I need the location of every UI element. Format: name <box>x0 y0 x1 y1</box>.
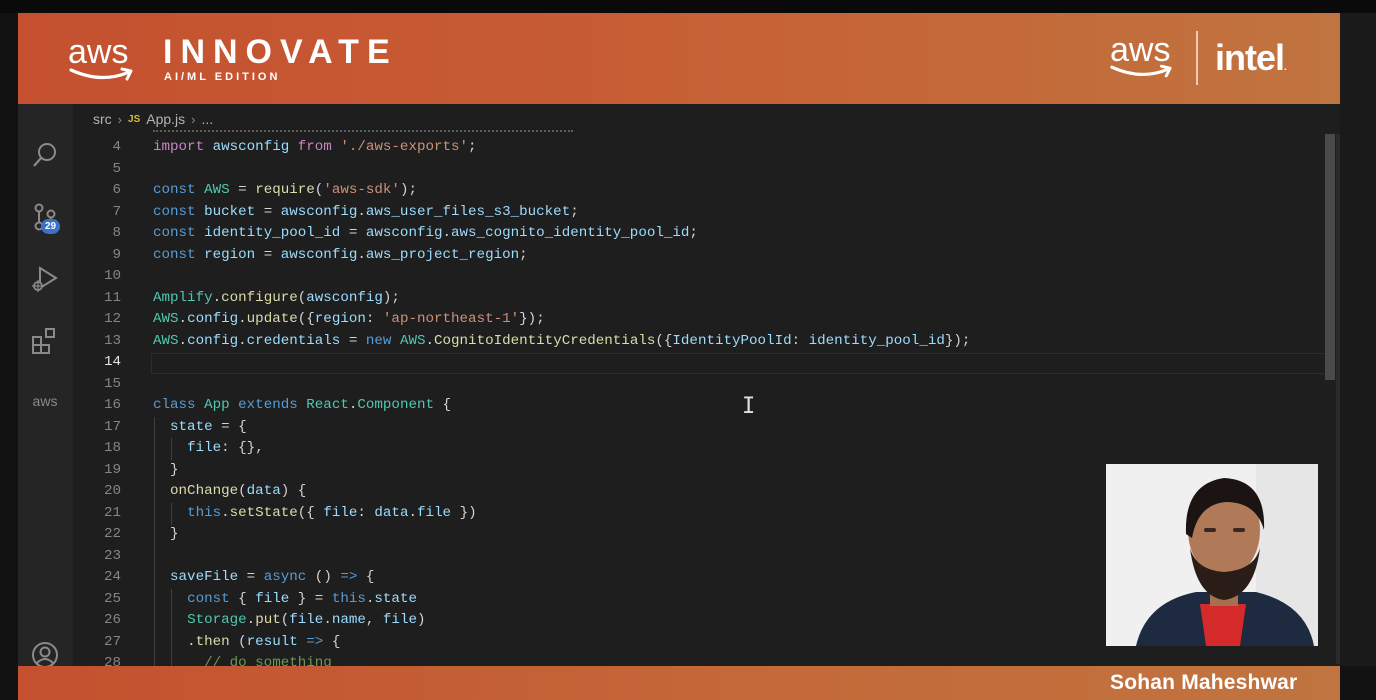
line-number: 6 <box>112 182 121 198</box>
code-line[interactable]: 15 <box>73 374 1323 396</box>
breadcrumb-more[interactable]: ... <box>202 111 214 127</box>
line-number: 13 <box>103 333 121 349</box>
code-text[interactable]: } <box>153 524 179 546</box>
code-text[interactable]: const { file } = this.state <box>153 589 417 611</box>
code-text[interactable]: .then (result => { <box>153 632 340 654</box>
line-number: 22 <box>103 526 121 542</box>
indent-guide <box>171 503 172 525</box>
code-text[interactable]: saveFile = async () => { <box>153 567 374 589</box>
line-number: 8 <box>112 225 121 241</box>
line-number: 14 <box>103 354 121 370</box>
indent-guide <box>171 438 172 460</box>
line-number: 12 <box>103 311 121 327</box>
code-text[interactable]: state = { <box>153 417 247 439</box>
bottom-banner: Sohan Maheshwar <box>18 666 1340 700</box>
line-number: 18 <box>103 440 121 456</box>
breadcrumb-file[interactable]: App.js <box>146 111 185 127</box>
code-text[interactable]: const bucket = awsconfig.aws_user_files_… <box>153 202 579 224</box>
vertical-scrollbar[interactable] <box>1325 134 1335 380</box>
line-number: 21 <box>103 505 121 521</box>
line-number: 24 <box>103 569 121 585</box>
line-number: 5 <box>112 161 121 177</box>
text-cursor-icon: I <box>742 394 756 419</box>
top-black-bar <box>0 0 1376 13</box>
aws-smile-icon <box>69 67 133 81</box>
line-number: 10 <box>103 268 121 284</box>
event-title: INNOVATE <box>163 33 398 71</box>
indent-guide <box>154 417 155 666</box>
line-number: 25 <box>103 591 121 607</box>
speaker-name: Sohan Maheshwar <box>1110 671 1298 694</box>
code-text[interactable]: const identity_pool_id = awsconfig.aws_c… <box>153 223 698 245</box>
breadcrumb-folder[interactable]: src <box>93 111 112 127</box>
code-line[interactable]: 10 <box>73 266 1323 288</box>
run-debug-icon[interactable] <box>28 262 62 296</box>
source-control-badge: 29 <box>41 219 60 234</box>
code-line[interactable]: 16 class App extends React.Component { <box>73 395 1323 417</box>
line-number: 11 <box>103 290 121 306</box>
code-line[interactable]: 17 state = { <box>73 417 1323 439</box>
aws-partner-logo: aws <box>1110 33 1172 78</box>
code-text[interactable]: Storage.put(file.name, file) <box>153 610 425 632</box>
line-number: 4 <box>112 139 121 155</box>
code-text[interactable]: // do something <box>153 653 332 666</box>
activity-bar: 29 aws <box>18 104 73 668</box>
intel-logo-text: intel <box>1215 37 1285 78</box>
search-icon[interactable] <box>28 138 62 172</box>
code-line[interactable]: 14 <box>73 352 1328 374</box>
previous-line-edge <box>153 130 573 133</box>
logo-divider <box>1196 31 1198 85</box>
code-text[interactable]: onChange(data) { <box>153 481 306 503</box>
chevron-right-icon: › <box>191 111 196 127</box>
aws-logo: aws <box>68 35 133 81</box>
line-number: 23 <box>103 548 121 564</box>
code-text[interactable]: } <box>153 460 179 482</box>
code-text[interactable]: class App extends React.Component { <box>153 395 451 417</box>
event-banner: aws INNOVATE AI/ML EDITION aws intel. <box>18 13 1340 104</box>
code-text[interactable]: const region = awsconfig.aws_project_reg… <box>153 245 528 267</box>
line-number: 7 <box>112 204 121 220</box>
code-line[interactable]: 28 // do something <box>73 653 1323 666</box>
line-number: 9 <box>112 247 121 263</box>
breadcrumb: src › JS App.js › ... <box>93 111 213 127</box>
code-text[interactable]: import awsconfig from './aws-exports'; <box>153 137 477 159</box>
line-number: 26 <box>103 612 121 628</box>
speaker-video-image <box>1106 464 1318 646</box>
code-line[interactable]: 9 const region = awsconfig.aws_project_re… <box>73 245 1323 267</box>
extensions-icon[interactable] <box>28 324 62 358</box>
right-edge-strip <box>1340 13 1376 666</box>
code-text[interactable]: AWS.config.update({region: 'ap-northeast… <box>153 309 545 331</box>
code-text[interactable]: Amplify.configure(awsconfig); <box>153 288 400 310</box>
code-line[interactable]: 13 AWS.config.credentials = new AWS.Cogni… <box>73 331 1323 353</box>
line-number: 17 <box>103 419 121 435</box>
code-text[interactable]: const AWS = require('aws-sdk'); <box>153 180 417 202</box>
aws-toolkit-label: aws <box>32 393 58 409</box>
line-number: 27 <box>103 634 121 650</box>
code-line[interactable]: 6 const AWS = require('aws-sdk'); <box>73 180 1323 202</box>
code-line[interactable]: 18 file: {}, <box>73 438 1323 460</box>
line-number: 19 <box>103 462 121 478</box>
line-number: 28 <box>103 655 121 666</box>
current-line-highlight <box>151 353 1328 374</box>
code-text[interactable]: file: {}, <box>153 438 264 460</box>
code-line[interactable]: 8 const identity_pool_id = awsconfig.aws_… <box>73 223 1323 245</box>
code-text[interactable]: this.setState({ file: data.file }) <box>153 503 477 525</box>
code-line[interactable]: 11 Amplify.configure(awsconfig); <box>73 288 1323 310</box>
intel-logo: intel. <box>1215 37 1287 78</box>
code-line[interactable]: 5 <box>73 159 1323 181</box>
code-line[interactable]: 7 const bucket = awsconfig.aws_user_files… <box>73 202 1323 224</box>
aws-smile-icon <box>1110 64 1172 78</box>
event-subtitle: AI/ML EDITION <box>164 71 281 83</box>
line-number: 15 <box>103 376 121 392</box>
code-line[interactable]: 12 AWS.config.update({region: 'ap-northea… <box>73 309 1323 331</box>
line-number: 16 <box>103 397 121 413</box>
line-number: 20 <box>103 483 121 499</box>
js-file-icon: JS <box>128 113 141 125</box>
code-line[interactable]: 4 import awsconfig from './aws-exports'; <box>73 137 1323 159</box>
indent-guide <box>171 589 172 666</box>
speaker-webcam <box>1106 464 1318 646</box>
chevron-right-icon: › <box>117 111 123 127</box>
aws-toolkit-icon[interactable]: aws <box>28 384 62 418</box>
code-text[interactable]: AWS.config.credentials = new AWS.Cognito… <box>153 331 970 353</box>
